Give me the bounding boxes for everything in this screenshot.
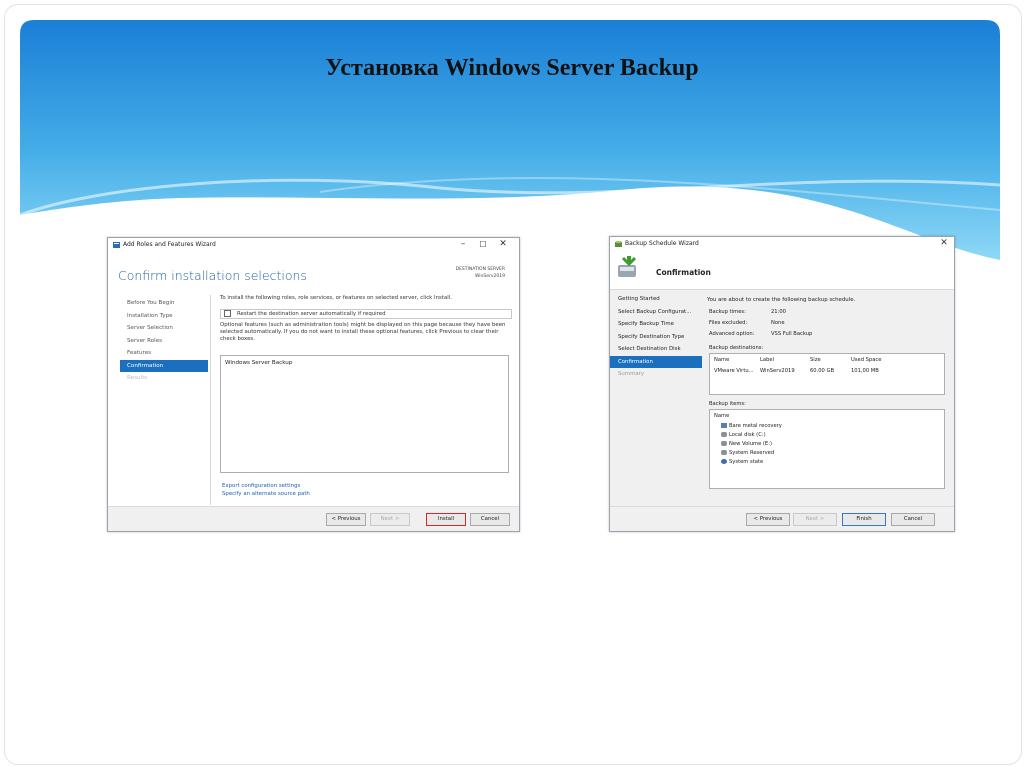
nav-item-backup-configuration[interactable]: Select Backup Configurat...	[610, 306, 702, 319]
detail-value: 21:00	[771, 309, 786, 315]
wizard-nav: Before You Begin Installation Type Serve…	[120, 297, 208, 385]
minimize-icon[interactable]: –	[455, 238, 471, 251]
detail-files-excluded: Files excluded: None	[709, 320, 785, 326]
restart-option[interactable]: Restart the destination server automatic…	[220, 309, 512, 319]
nav-item-server-selection[interactable]: Server Selection	[120, 322, 208, 335]
detail-key: Files excluded:	[709, 320, 748, 326]
nav-item-server-roles[interactable]: Server Roles	[120, 335, 208, 348]
column-header: Name	[714, 413, 730, 419]
window-title: Add Roles and Features Wizard	[123, 241, 216, 248]
detail-key: Advanced option:	[709, 331, 755, 337]
detail-key: Backup times:	[709, 309, 746, 315]
slide-title: Установка Windows Server Backup	[325, 55, 699, 81]
selected-features-list: Windows Server Backup	[220, 355, 509, 473]
column-header: Used Space	[851, 357, 882, 363]
list-item: Local disk (C:)	[721, 432, 766, 438]
optional-features-note: Optional features (such as administratio…	[220, 322, 506, 343]
items-label: Backup items:	[709, 401, 746, 407]
column-header: Label	[760, 357, 774, 363]
list-item: New Volume (E:)	[721, 441, 772, 447]
wizard-nav: Getting Started Select Backup Configurat…	[610, 293, 702, 381]
nav-item-getting-started[interactable]: Getting Started	[610, 293, 702, 306]
list-item-label: System Reserved	[729, 450, 775, 456]
disk-icon	[721, 450, 727, 455]
list-item: System Reserved	[721, 450, 774, 456]
nav-item-destination-disk[interactable]: Select Destination Disk	[610, 343, 702, 356]
install-instruction: To install the following roles, role ser…	[220, 295, 452, 301]
table-cell: VMware Virtu...	[714, 368, 754, 374]
install-button[interactable]: Install	[426, 513, 466, 526]
add-roles-wizard-window: Add Roles and Features Wizard – ☐ ✕ Conf…	[107, 237, 520, 532]
column-header: Size	[810, 357, 821, 363]
destination-label: DESTINATION SERVER	[455, 267, 505, 272]
wizard-header: Confirmation	[610, 251, 954, 290]
table-cell: 101,00 MB	[851, 368, 879, 374]
table-cell: WinServ2019	[760, 368, 795, 374]
next-button: Next >	[793, 513, 837, 526]
nav-item-summary: Summary	[618, 371, 645, 377]
nav-item-results: Results	[127, 375, 148, 381]
export-config-link[interactable]: Export configuration settings	[222, 483, 300, 489]
restart-checkbox-label: Restart the destination server automatic…	[237, 311, 386, 317]
close-icon[interactable]: ✕	[936, 237, 952, 250]
wizard-footer: < Previous Next > Finish Cancel	[610, 506, 954, 531]
disk-icon	[721, 432, 727, 437]
list-item-label: System state	[729, 459, 764, 465]
backup-icon	[615, 241, 622, 247]
destination-server-info: DESTINATION SERVER WinServ2019	[456, 266, 505, 280]
nav-item-installation-type[interactable]: Installation Type	[120, 310, 208, 323]
page-heading: Confirm installation selections	[118, 268, 307, 283]
list-item: System state	[721, 459, 763, 465]
detail-value: None	[771, 320, 785, 326]
nav-item-confirmation[interactable]: Confirmation	[120, 359, 208, 372]
table-cell: 60,00 GB	[810, 368, 835, 374]
alternate-source-link[interactable]: Specify an alternate source path	[222, 491, 310, 497]
previous-button[interactable]: < Previous	[326, 513, 366, 526]
column-header: Name	[714, 357, 730, 363]
nav-item-confirmation[interactable]: Confirmation	[610, 355, 702, 368]
finish-button[interactable]: Finish	[842, 513, 886, 526]
server-icon	[721, 423, 727, 428]
previous-button[interactable]: < Previous	[746, 513, 790, 526]
schedule-intro: You are about to create the following ba…	[707, 297, 856, 303]
nav-item-features[interactable]: Features	[120, 347, 208, 360]
detail-advanced-option: Advanced option: VSS Full Backup	[709, 331, 812, 337]
next-button: Next >	[370, 513, 410, 526]
close-icon[interactable]: ✕	[495, 238, 511, 251]
nav-item-destination-type[interactable]: Specify Destination Type	[610, 331, 702, 344]
destination-server: WinServ2019	[474, 274, 505, 279]
backup-items-list: Name Bare metal recovery Local disk (C:)…	[709, 409, 945, 489]
detail-backup-times: Backup times: 21:00	[709, 309, 786, 315]
detail-value: VSS Full Backup	[771, 331, 813, 337]
cancel-button[interactable]: Cancel	[891, 513, 935, 526]
system-state-icon	[721, 459, 727, 464]
list-item-label: New Volume (E:)	[729, 441, 772, 447]
destinations-table: Name Label Size Used Space VMware Virtu.…	[709, 353, 945, 395]
window-title: Backup Schedule Wizard	[625, 240, 699, 247]
list-item: Bare metal recovery	[721, 423, 782, 429]
backup-wizard-icon	[618, 256, 637, 277]
disk-icon	[721, 441, 727, 446]
selected-feature-item: Windows Server Backup	[225, 360, 293, 366]
cancel-button[interactable]: Cancel	[470, 513, 510, 526]
titlebar: Backup Schedule Wizard ✕	[610, 237, 954, 251]
destinations-label: Backup destinations:	[709, 345, 764, 351]
list-item-label: Local disk (C:)	[729, 432, 766, 438]
nav-item-backup-time[interactable]: Specify Backup Time	[610, 318, 702, 331]
backup-schedule-wizard-window: Backup Schedule Wizard ✕ Confirmation Ge…	[609, 236, 955, 532]
restart-checkbox[interactable]	[224, 310, 231, 317]
server-manager-icon	[113, 242, 120, 248]
titlebar: Add Roles and Features Wizard – ☐ ✕	[108, 238, 519, 252]
page-heading: Confirmation	[656, 268, 711, 277]
list-item-label: Bare metal recovery	[729, 423, 782, 429]
wizard-footer: < Previous Next > Install Cancel	[108, 506, 519, 531]
nav-item-before-you-begin[interactable]: Before You Begin	[120, 297, 208, 310]
maximize-icon[interactable]: ☐	[475, 238, 491, 251]
nav-divider	[210, 295, 211, 505]
